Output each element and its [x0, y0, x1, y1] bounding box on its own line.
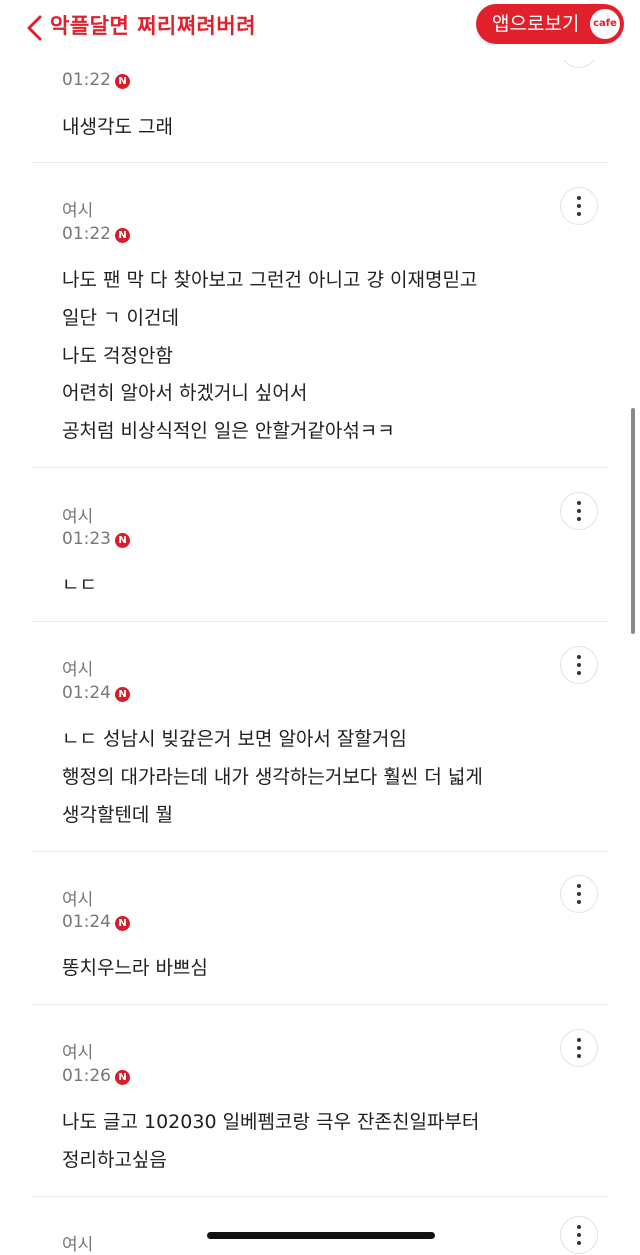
- comment-text-line: 정리하고싶음: [62, 1149, 167, 1171]
- new-badge-icon: N: [115, 916, 130, 931]
- open-in-app-label: 앱으로보기: [492, 13, 580, 35]
- more-options-button[interactable]: [560, 875, 598, 913]
- home-indicator[interactable]: [207, 1232, 435, 1239]
- comment-time: 01:23 N: [62, 529, 130, 549]
- comment-text-line: 나도 걱정안함: [62, 345, 173, 367]
- comment-text-line: 생각할텐데 뭘: [62, 804, 173, 826]
- comment-item: 여시: [32, 1196, 608, 1255]
- comment-text-line: ㄴㄷ 성남시 빚갚은거 보면 알아서 잘할거임: [62, 728, 407, 750]
- comment-author[interactable]: 여시: [62, 1038, 93, 1063]
- comment-time-text: 01:23: [62, 529, 111, 549]
- comment-time-text: 01:26: [62, 1066, 111, 1086]
- comment-author[interactable]: 여시: [62, 655, 93, 680]
- comment-time: 01:22 N: [62, 70, 130, 90]
- comment-time: 01:24 N: [62, 912, 130, 932]
- cafe-logo-icon: cafe: [590, 9, 620, 39]
- new-badge-icon: N: [115, 687, 130, 702]
- comment-author[interactable]: 여시: [62, 885, 93, 910]
- comment-item: 여시 01:22 N 나도 팬 막 다 찾아보고 그런건 아니고 걍 이재명믿고 …: [32, 162, 608, 468]
- comment-text-line: 나도 팬 막 다 찾아보고 그런건 아니고 걍 이재명믿고: [62, 269, 478, 291]
- comment-item: 여시 01:24 N 똥치우느라 바쁘심: [32, 851, 608, 1005]
- comment-item: 여시 01:24 N ㄴㄷ 성남시 빚갚은거 보면 알아서 잘할거임 행정의 대가…: [32, 621, 608, 852]
- comment-text: ㄴㄷ: [62, 574, 97, 596]
- top-app-bar: 악플달면 쩌리쪄려버려 앱으로보기 cafe: [0, 0, 640, 60]
- comment-time-text: 01:24: [62, 683, 111, 703]
- comment-time-text: 01:22: [62, 70, 111, 90]
- open-in-app-button[interactable]: 앱으로보기 cafe: [476, 4, 624, 44]
- comment-time-text: 01:24: [62, 912, 111, 932]
- new-badge-icon: N: [115, 228, 130, 243]
- comment-text: 똥치우느라 바쁘심: [62, 957, 208, 979]
- more-options-button[interactable]: [560, 1216, 598, 1254]
- more-options-button[interactable]: [560, 187, 598, 225]
- comment-time-text: 01:22: [62, 224, 111, 244]
- comment-text-line: 나도 글고 102030 일베펨코랑 극우 잔존친일파부터: [62, 1111, 480, 1133]
- comment-text: 내생각도 그래: [62, 116, 173, 138]
- comment-time: 01:24 N: [62, 683, 130, 703]
- scrollbar[interactable]: [631, 408, 635, 634]
- comment-author[interactable]: 여시: [62, 196, 93, 221]
- more-options-button[interactable]: [560, 492, 598, 530]
- comment-text-line: 행정의 대가라는데 내가 생각하는거보다 훨씬 더 넓게: [62, 766, 483, 788]
- comment-time: 01:22 N: [62, 224, 130, 244]
- comment-text-line: 일단 ㄱ 이건데: [62, 307, 179, 329]
- comment-time: 01:26 N: [62, 1066, 130, 1086]
- comment-author[interactable]: 여시: [62, 1230, 93, 1255]
- chevron-left-icon[interactable]: [24, 14, 46, 42]
- comment-text-line: 공처럼 비상식적인 일은 안할거같아섞ㅋㅋ: [62, 420, 395, 442]
- new-badge-icon: N: [115, 1070, 130, 1085]
- comment-item: 여시 01:26 N 나도 글고 102030 일베펨코랑 극우 잔존친일파부터 …: [32, 1004, 608, 1197]
- new-badge-icon: N: [115, 74, 130, 89]
- comment-author[interactable]: 여시: [62, 502, 93, 527]
- comment-text-line: 어련히 알아서 하겠거니 싶어서: [62, 382, 308, 404]
- comment-item: 여시 01:23 N ㄴㄷ: [32, 467, 608, 622]
- new-badge-icon: N: [115, 533, 130, 548]
- cafe-title[interactable]: 악플달면 쩌리쪄려버려: [50, 12, 256, 40]
- more-options-button[interactable]: [560, 1029, 598, 1067]
- more-options-button[interactable]: [560, 646, 598, 684]
